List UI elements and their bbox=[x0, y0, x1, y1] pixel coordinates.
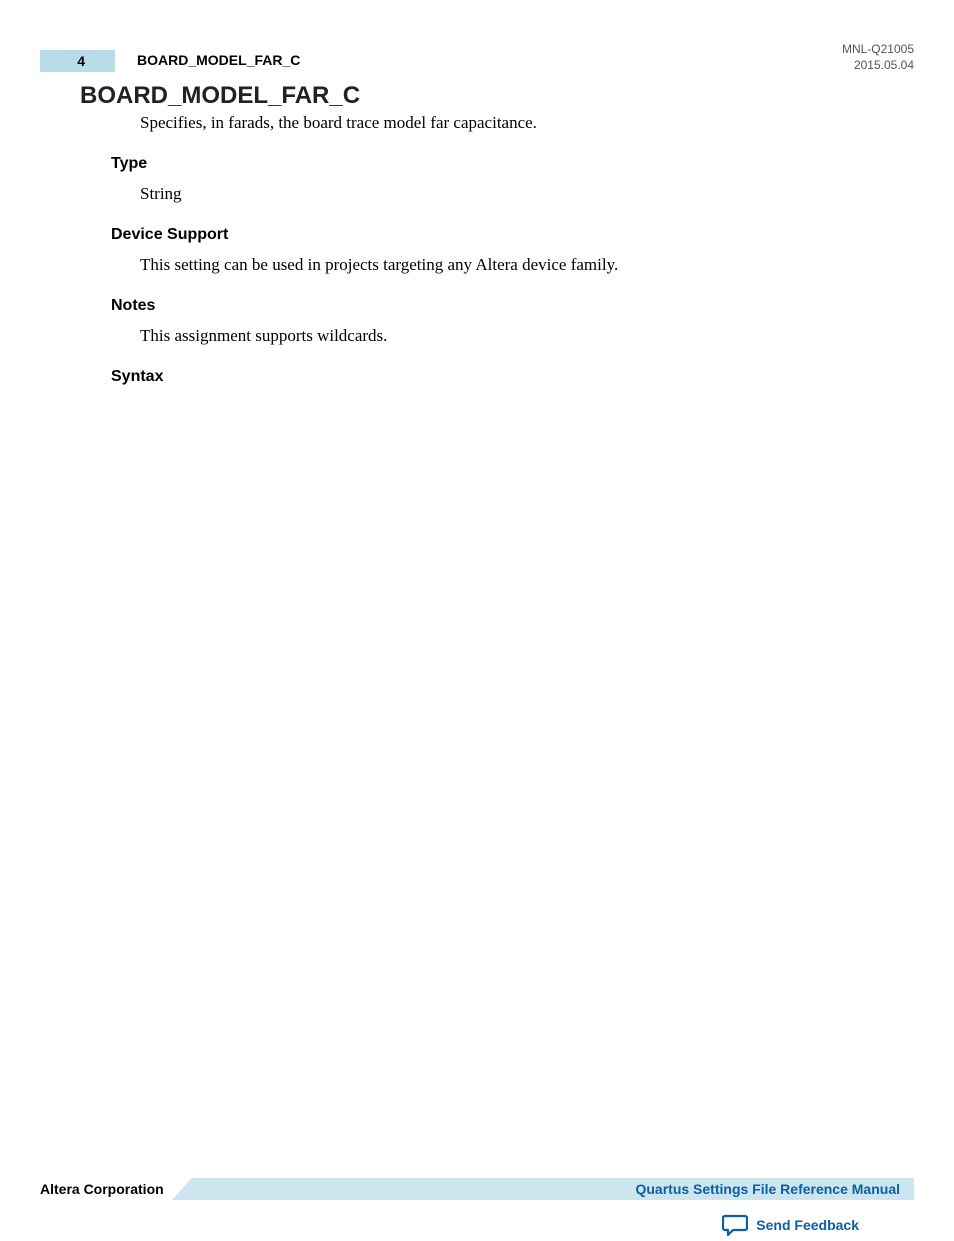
page-title: BOARD_MODEL_FAR_C bbox=[80, 82, 360, 110]
page-header: 4 BOARD_MODEL_FAR_C MNL-Q21005 2015.05.0… bbox=[40, 40, 914, 70]
section-heading-notes: Notes bbox=[111, 297, 155, 315]
running-header-title: BOARD_MODEL_FAR_C bbox=[137, 52, 300, 68]
footer-company-name: Altera Corporation bbox=[40, 1178, 172, 1200]
page-footer: Altera Corporation Quartus Settings File… bbox=[40, 1178, 914, 1200]
feedback-speech-bubble-icon bbox=[722, 1214, 748, 1236]
section-heading-syntax: Syntax bbox=[111, 368, 163, 386]
document-date: 2015.05.04 bbox=[854, 58, 914, 72]
description-text: Specifies, in farads, the board trace mo… bbox=[140, 113, 537, 133]
section-heading-type: Type bbox=[111, 155, 147, 173]
section-body-device-support: This setting can be used in projects tar… bbox=[140, 255, 618, 275]
footer-bar: Altera Corporation Quartus Settings File… bbox=[40, 1178, 914, 1200]
section-body-notes: This assignment supports wildcards. bbox=[140, 326, 387, 346]
send-feedback-link[interactable]: Send Feedback bbox=[722, 1214, 859, 1236]
page-number: 4 bbox=[77, 53, 85, 69]
document-id: MNL-Q21005 bbox=[842, 42, 914, 56]
footer-manual-link[interactable]: Quartus Settings File Reference Manual bbox=[635, 1181, 914, 1197]
page-number-badge: 4 bbox=[40, 50, 115, 72]
section-body-type: String bbox=[140, 184, 182, 204]
section-heading-device-support: Device Support bbox=[111, 226, 228, 244]
footer-ribbon: Quartus Settings File Reference Manual bbox=[172, 1178, 914, 1200]
send-feedback-label: Send Feedback bbox=[756, 1217, 859, 1233]
